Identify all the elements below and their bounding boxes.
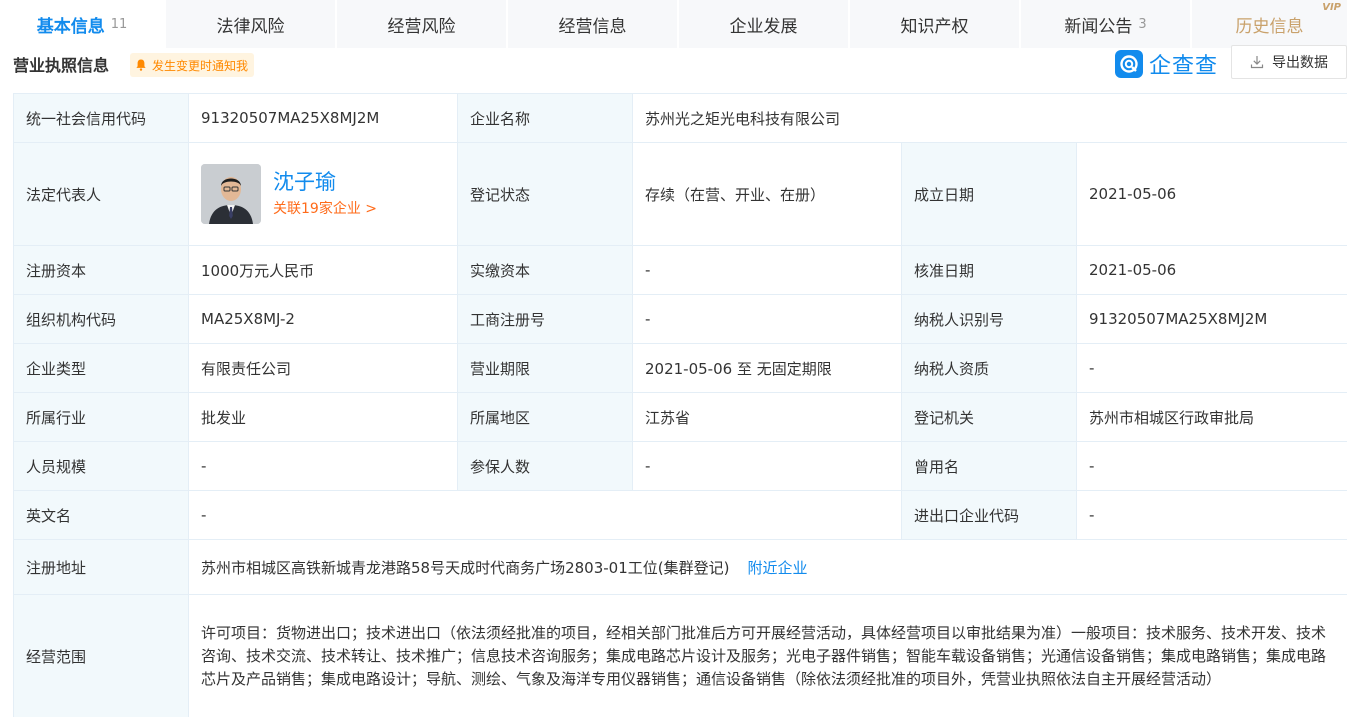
company-type-label: 企业类型 <box>13 343 189 393</box>
tab-label: 法律风险 <box>216 16 285 37</box>
section-header: 营业执照信息 发生变更时通知我 企查查 导出数据 <box>0 45 1347 92</box>
former-name-label: 曾用名 <box>901 441 1077 491</box>
qcc-logo: 企查查 <box>1115 50 1219 79</box>
tab-bar: 基本信息 11 法律风险 经营风险 经营信息 企业发展 知识产权 新闻公告 3 历史… <box>0 0 1347 48</box>
table-row: 统一社会信用代码 91320507MA25X8MJ2M 企业名称 苏州光之矩光电… <box>13 93 1347 143</box>
taxpayer-qual-value: - <box>1075 343 1347 393</box>
address-label: 注册地址 <box>13 539 189 595</box>
tab-operating-risk[interactable]: 经营风险 <box>337 0 508 48</box>
tab-label: 基本信息 <box>36 16 105 37</box>
table-row: 经营范围 许可项目：货物进出口；技术进出口（依法须经批准的项目，经相关部门批准后… <box>13 594 1347 717</box>
tab-ip[interactable]: 知识产权 <box>850 0 1021 48</box>
legal-rep-name-link[interactable]: 沈子瑜 <box>273 168 377 196</box>
tab-count: 3 <box>1138 16 1147 32</box>
bell-icon <box>136 59 146 71</box>
tab-history[interactable]: 历史信息 VIP <box>1192 0 1347 48</box>
tab-label: 经营风险 <box>387 16 456 37</box>
notify-change-button[interactable]: 发生变更时通知我 <box>130 53 255 77</box>
tab-news[interactable]: 新闻公告 3 <box>1021 0 1192 48</box>
related-companies-link[interactable]: 关联19家企业 > <box>273 198 377 220</box>
section-title: 营业执照信息 <box>13 56 110 75</box>
tab-development[interactable]: 企业发展 <box>679 0 850 48</box>
export-label: 导出数据 <box>1272 55 1328 71</box>
industry-label: 所属行业 <box>13 392 189 442</box>
biz-term-value: 2021-05-06 至 无固定期限 <box>632 343 902 393</box>
reg-status-value: 存续（在营、开业、在册） <box>632 142 902 246</box>
download-icon <box>1250 56 1264 69</box>
table-row: 组织机构代码 MA25X8MJ-2 工商注册号 - 纳税人识别号 9132050… <box>13 294 1347 344</box>
found-date-label: 成立日期 <box>901 142 1077 246</box>
tab-count: 11 <box>110 16 128 32</box>
biz-reg-no-value: - <box>632 294 902 344</box>
vip-badge: VIP <box>1322 2 1341 13</box>
table-row: 注册地址 苏州市相城区高铁新城青龙港路58号天成时代商务广场2803-01工位(… <box>13 539 1347 595</box>
tab-label: 新闻公告 <box>1064 16 1133 37</box>
org-code-value: MA25X8MJ-2 <box>188 294 458 344</box>
table-row: 英文名 - 进出口企业代码 - <box>13 490 1347 540</box>
legal-rep-label: 法定代表人 <box>13 142 189 246</box>
english-name-value: - <box>188 490 902 540</box>
tab-label: 经营信息 <box>558 16 627 37</box>
scope-value: 许可项目：货物进出口；技术进出口（依法须经批准的项目，经相关部门批准后方可开展经… <box>187 594 1347 717</box>
reg-capital-value: 1000万元人民币 <box>188 245 458 295</box>
credit-code-label: 统一社会信用代码 <box>13 93 189 143</box>
region-value: 江苏省 <box>632 392 902 442</box>
tab-label: 知识产权 <box>900 16 969 37</box>
tab-basic-info[interactable]: 基本信息 11 <box>0 0 166 48</box>
scope-label: 经营范围 <box>13 594 189 717</box>
reg-capital-label: 注册资本 <box>13 245 189 295</box>
taxpayer-qual-label: 纳税人资质 <box>901 343 1077 393</box>
industry-value: 批发业 <box>188 392 458 442</box>
import-export-label: 进出口企业代码 <box>901 490 1077 540</box>
reg-authority-label: 登记机关 <box>901 392 1077 442</box>
qcc-logo-icon <box>1115 50 1143 78</box>
legal-rep-avatar[interactable] <box>201 164 261 224</box>
table-row: 法定代表人 沈子瑜 关联19家企业 > 登记状态 存续（在营、开业、在册） 成立… <box>13 142 1347 246</box>
tab-label: 企业发展 <box>729 16 798 37</box>
paid-capital-value: - <box>632 245 902 295</box>
former-name-value: - <box>1075 441 1347 491</box>
insured-label: 参保人数 <box>457 441 633 491</box>
tab-operating-info[interactable]: 经营信息 <box>508 0 679 48</box>
region-label: 所属地区 <box>457 392 633 442</box>
table-row: 企业类型 有限责任公司 营业期限 2021-05-06 至 无固定期限 纳税人资… <box>13 343 1347 393</box>
nearby-companies-link[interactable]: 附近企业 <box>747 559 807 577</box>
biz-term-label: 营业期限 <box>457 343 633 393</box>
paid-capital-label: 实缴资本 <box>457 245 633 295</box>
org-code-label: 组织机构代码 <box>13 294 189 344</box>
biz-reg-no-label: 工商注册号 <box>457 294 633 344</box>
company-type-value: 有限责任公司 <box>188 343 458 393</box>
qcc-brand-name: 企查查 <box>1149 54 1219 79</box>
insured-value: - <box>632 441 902 491</box>
reg-status-label: 登记状态 <box>457 142 633 246</box>
english-name-label: 英文名 <box>13 490 189 540</box>
staff-size-value: - <box>188 441 458 491</box>
tab-legal-risk[interactable]: 法律风险 <box>166 0 337 48</box>
import-export-value: - <box>1075 490 1347 540</box>
taxpayer-id-value: 91320507MA25X8MJ2M <box>1075 294 1347 344</box>
table-row: 注册资本 1000万元人民币 实缴资本 - 核准日期 2021-05-06 <box>13 245 1347 295</box>
staff-size-label: 人员规模 <box>13 441 189 491</box>
approve-date-label: 核准日期 <box>901 245 1077 295</box>
notify-label: 发生变更时通知我 <box>152 58 249 73</box>
business-license-table: 统一社会信用代码 91320507MA25X8MJ2M 企业名称 苏州光之矩光电… <box>13 93 1347 717</box>
company-name-value: 苏州光之矩光电科技有限公司 <box>631 93 1347 143</box>
export-data-button[interactable]: 导出数据 <box>1231 45 1347 79</box>
taxpayer-id-label: 纳税人识别号 <box>901 294 1077 344</box>
address-cell: 苏州市相城区高铁新城青龙港路58号天成时代商务广场2803-01工位(集群登记)… <box>187 539 1347 595</box>
tab-label: 历史信息 <box>1235 16 1304 37</box>
address-value: 苏州市相城区高铁新城青龙港路58号天成时代商务广场2803-01工位(集群登记) <box>201 558 730 577</box>
found-date-value: 2021-05-06 <box>1075 142 1347 246</box>
approve-date-value: 2021-05-06 <box>1075 245 1347 295</box>
legal-rep-cell: 沈子瑜 关联19家企业 > <box>188 142 458 246</box>
table-row: 所属行业 批发业 所属地区 江苏省 登记机关 苏州市相城区行政审批局 <box>13 392 1347 442</box>
credit-code-value: 91320507MA25X8MJ2M <box>188 93 458 143</box>
table-row: 人员规模 - 参保人数 - 曾用名 - <box>13 441 1347 491</box>
reg-authority-value: 苏州市相城区行政审批局 <box>1075 392 1347 442</box>
company-name-label: 企业名称 <box>457 93 633 143</box>
